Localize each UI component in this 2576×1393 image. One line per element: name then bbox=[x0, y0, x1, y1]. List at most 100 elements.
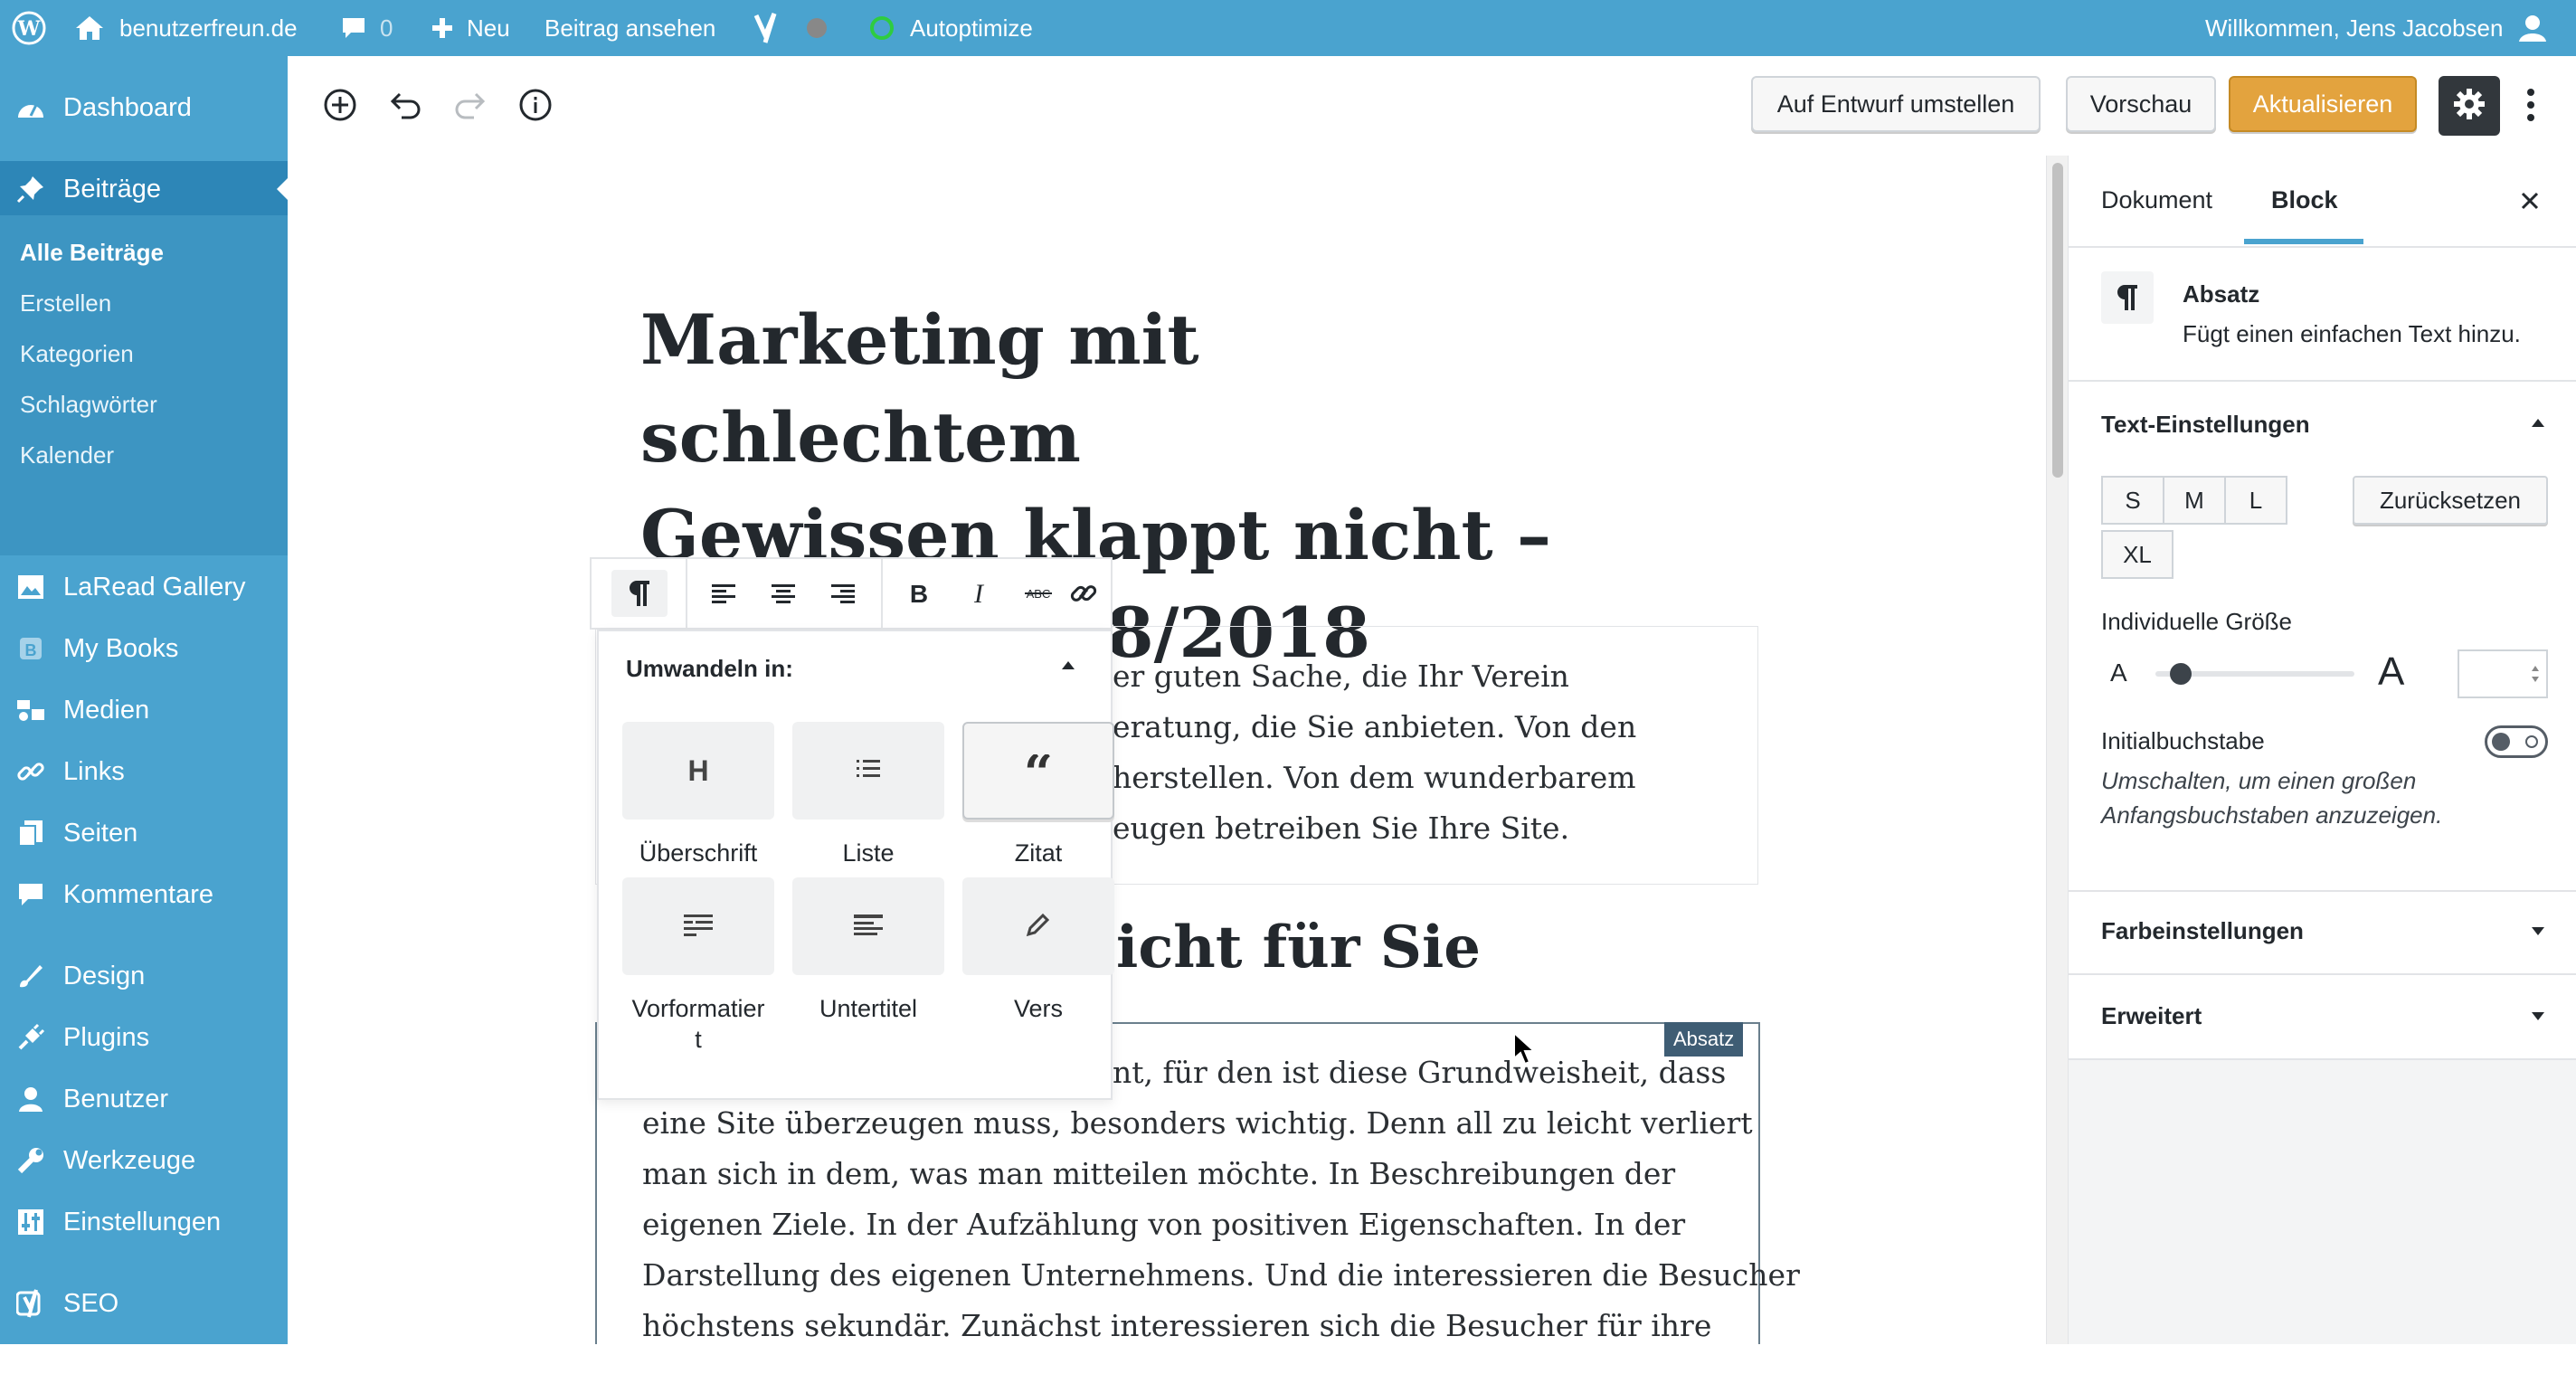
paragraph-block-icon[interactable] bbox=[611, 570, 668, 617]
slider-handle[interactable] bbox=[2170, 663, 2192, 685]
switch-to-draft-button[interactable]: Auf Entwurf umstellen bbox=[1751, 76, 2041, 132]
align-center-icon[interactable] bbox=[760, 570, 807, 617]
menu-media[interactable]: Medien bbox=[0, 682, 288, 738]
drop-cap-toggle[interactable] bbox=[2485, 725, 2548, 758]
strikethrough-icon[interactable]: ABC bbox=[1015, 570, 1062, 617]
option-label: Vers bbox=[1013, 995, 1064, 1022]
add-block-icon[interactable] bbox=[317, 81, 364, 128]
text-settings-toggle[interactable]: Text-Einstellungen bbox=[2101, 411, 2310, 439]
size-l-button[interactable]: L bbox=[2224, 476, 2287, 525]
advanced-toggle[interactable]: Erweitert bbox=[2101, 1002, 2202, 1030]
section-heading[interactable]: icht für Sie bbox=[1116, 914, 1481, 981]
text-line: eratung, die Sie anbieten. Von den bbox=[1113, 709, 1637, 744]
greeting: Willkommen, Jens Jacobsen bbox=[2205, 14, 2504, 42]
more-options-icon[interactable] bbox=[2518, 81, 2543, 128]
chevron-down-icon[interactable] bbox=[2530, 1009, 2546, 1027]
update-button[interactable]: Aktualisieren bbox=[2229, 76, 2417, 132]
tab-document[interactable]: Dokument bbox=[2101, 186, 2212, 214]
chevron-up-icon[interactable] bbox=[2530, 416, 2546, 433]
link-icon[interactable] bbox=[1060, 570, 1107, 617]
spinner-arrows-icon[interactable] bbox=[2530, 662, 2541, 690]
transform-subheading-option[interactable] bbox=[792, 877, 944, 975]
menu-design[interactable]: Design bbox=[0, 948, 288, 1004]
pencil-icon bbox=[14, 1349, 47, 1381]
gallery-icon bbox=[14, 571, 47, 603]
reset-size-button[interactable]: Zurücksetzen bbox=[2353, 476, 2548, 525]
wordpress-logo-icon[interactable]: W bbox=[11, 0, 47, 56]
quote-icon: “ bbox=[1020, 744, 1056, 803]
menu-dashboard[interactable]: Dashboard bbox=[0, 80, 288, 136]
scrollbar-thumb[interactable] bbox=[2052, 163, 2063, 478]
svg-text:B: B bbox=[910, 580, 928, 607]
comments-link[interactable]: 0 bbox=[340, 0, 393, 56]
transform-preformatted-option[interactable] bbox=[622, 877, 774, 975]
transform-verse-option[interactable] bbox=[962, 877, 1114, 975]
submenu-create[interactable]: Erstellen bbox=[20, 289, 111, 317]
chevron-down-icon[interactable] bbox=[2530, 924, 2546, 942]
menu-pages[interactable]: Seiten bbox=[0, 805, 288, 861]
menu-tools[interactable]: Werkzeuge bbox=[0, 1132, 288, 1189]
gear-icon bbox=[2452, 87, 2486, 126]
text-line: eine Site überzeugen muss, besonders wic… bbox=[642, 1105, 1753, 1141]
paragraph-text[interactable]: er guten Sache, die Ihr Verein eratung, … bbox=[1113, 651, 1636, 854]
view-post-link[interactable]: Beitrag ansehen bbox=[545, 0, 715, 56]
option-label: Liste bbox=[842, 839, 895, 867]
large-a-icon: A bbox=[2378, 649, 2405, 694]
undo-icon[interactable] bbox=[382, 81, 429, 128]
align-right-icon[interactable] bbox=[819, 570, 867, 617]
preview-button[interactable]: Vorschau bbox=[2066, 76, 2216, 132]
pages-icon bbox=[14, 817, 47, 849]
submenu-tags[interactable]: Schlagwörter bbox=[20, 391, 157, 419]
block-transform-popover: Umwandeln in: H Überschrift Liste “ Zita… bbox=[597, 630, 1114, 1100]
transform-list-option[interactable] bbox=[792, 722, 944, 820]
menu-plugins[interactable]: Plugins bbox=[0, 1009, 288, 1066]
menu-gutenberg[interactable]: Gutenberg bbox=[0, 1337, 288, 1393]
font-size-slider[interactable] bbox=[2155, 663, 2354, 685]
home-icon bbox=[74, 14, 105, 42]
size-xl-button[interactable]: XL bbox=[2101, 530, 2174, 579]
menu-seo[interactable]: SEO bbox=[0, 1275, 288, 1331]
paragraph-block-icon bbox=[2101, 271, 2154, 324]
transform-quote-option[interactable]: “ bbox=[962, 722, 1114, 820]
bold-icon[interactable]: B bbox=[895, 570, 942, 617]
tab-block[interactable]: Block bbox=[2271, 186, 2338, 214]
settings-toggle-button[interactable] bbox=[2439, 76, 2500, 136]
divider bbox=[2069, 973, 2576, 975]
autoptimize-link[interactable]: Autoptimize bbox=[870, 0, 1033, 56]
custom-size-input[interactable] bbox=[2458, 649, 2548, 698]
toggle-off-icon bbox=[2525, 735, 2538, 748]
yoast-icon[interactable] bbox=[753, 0, 783, 56]
size-s-button[interactable]: S bbox=[2101, 476, 2164, 525]
site-home-link[interactable]: benutzerfreun.de bbox=[74, 0, 298, 56]
submenu-all-posts[interactable]: Alle Beiträge bbox=[20, 239, 164, 267]
menu-links[interactable]: Links bbox=[0, 744, 288, 800]
new-content-link[interactable]: Neu bbox=[431, 0, 510, 56]
menu-laread-gallery[interactable]: LaRead Gallery bbox=[0, 559, 288, 615]
submenu-categories[interactable]: Kategorien bbox=[20, 340, 134, 368]
brush-icon bbox=[14, 960, 47, 992]
menu-settings[interactable]: Einstellungen bbox=[0, 1194, 288, 1250]
menu-my-books[interactable]: B My Books bbox=[0, 621, 288, 677]
panel-empty-area bbox=[2069, 1060, 2576, 1344]
menu-comments[interactable]: Kommentare bbox=[0, 867, 288, 923]
account-menu[interactable]: Willkommen, Jens Jacobsen bbox=[2205, 0, 2548, 56]
transform-heading-option[interactable]: H bbox=[622, 722, 774, 820]
submenu-calendar[interactable]: Kalender bbox=[20, 441, 114, 469]
close-icon[interactable] bbox=[2517, 188, 2543, 218]
pin-icon bbox=[14, 173, 47, 205]
collapse-caret-icon[interactable] bbox=[1060, 659, 1076, 676]
color-settings-toggle[interactable]: Farbeinstellungen bbox=[2101, 917, 2304, 945]
editor-scrollbar[interactable] bbox=[2046, 156, 2069, 1344]
menu-users[interactable]: Benutzer bbox=[0, 1071, 288, 1127]
size-m-button[interactable]: M bbox=[2163, 476, 2226, 525]
menu-beitraege[interactable]: Beiträge bbox=[0, 161, 288, 217]
align-left-icon[interactable] bbox=[700, 570, 747, 617]
transform-title: Umwandeln in: bbox=[626, 655, 793, 682]
info-icon[interactable] bbox=[512, 81, 559, 128]
italic-icon[interactable]: I bbox=[955, 570, 1002, 617]
autoptimize-label: Autoptimize bbox=[910, 14, 1033, 42]
text-line: herstellen. Von dem wunderbarem bbox=[1113, 760, 1636, 795]
list-icon bbox=[855, 757, 882, 785]
wrench-icon bbox=[14, 1144, 47, 1177]
redo-icon[interactable] bbox=[447, 81, 494, 128]
